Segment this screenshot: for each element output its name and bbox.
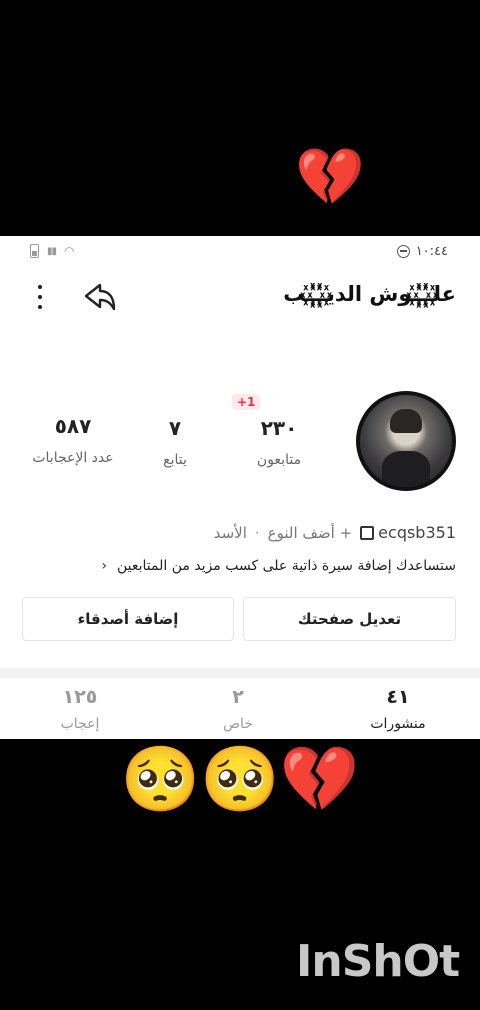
tab-private[interactable]: ٢ خاص bbox=[188, 686, 288, 732]
signal-icon: ▮▮ bbox=[47, 245, 57, 257]
section-divider bbox=[0, 668, 480, 678]
new-followers-badge: +1 bbox=[232, 394, 261, 410]
inshot-watermark: InShOt bbox=[296, 936, 460, 987]
status-icons-left: ▮▮ ◠ bbox=[30, 244, 75, 258]
profile-top-bar: علـ꙰ـ꙰ـوش الديـ꙰ـ꙰ـب bbox=[0, 276, 480, 320]
edit-icon bbox=[360, 525, 375, 540]
handle-text: ecqsb351 bbox=[378, 523, 456, 542]
add-friends-button[interactable]: إضافة أصدقاء bbox=[22, 597, 234, 641]
followers-stat[interactable]: ٢٣٠ متابعون bbox=[224, 416, 334, 468]
location-label: الأسد bbox=[213, 523, 247, 542]
profile-meta-row: الأسد · + أضف النوع ecqsb351 bbox=[214, 523, 456, 542]
tab-likes[interactable]: ١٢٥ إعجاب bbox=[30, 686, 130, 732]
add-bio-prompt[interactable]: ستساعدك إضافة سيرة ذاتية على كسب مزيد من… bbox=[101, 558, 456, 574]
dot-icon bbox=[38, 305, 42, 309]
profile-screen: ▮▮ ◠ ١٠:٤٤ علـ꙰ـ꙰ـوش الديـ꙰ـ꙰ـب ٥٨٧ عدد … bbox=[0, 236, 480, 739]
status-icons-right: ١٠:٤٤ bbox=[396, 243, 448, 259]
tab-posts-label: منشورات bbox=[370, 716, 426, 732]
likes-count: ٥٨٧ bbox=[54, 414, 92, 438]
bio-hint-text: ستساعدك إضافة سيرة ذاتية على كسب مزيد من… bbox=[116, 558, 456, 574]
emoji-overlay-top: 😴😴💔 bbox=[115, 145, 365, 210]
tab-posts-count: ٤١ bbox=[386, 686, 410, 708]
followers-label: متابعون bbox=[256, 452, 302, 468]
status-bar: ▮▮ ◠ ١٠:٤٤ bbox=[0, 236, 480, 266]
status-time: ١٠:٤٤ bbox=[415, 243, 448, 259]
do-not-disturb-icon bbox=[396, 244, 410, 258]
profile-username: علـ꙰ـ꙰ـوش الديـ꙰ـ꙰ـب bbox=[283, 282, 456, 306]
dot-icon bbox=[38, 285, 42, 289]
tab-likes-count: ١٢٥ bbox=[62, 686, 98, 708]
emoji-overlay-bottom: 🥺🥺💔 bbox=[120, 743, 360, 817]
meta-separator: · bbox=[254, 523, 260, 542]
more-menu-button[interactable] bbox=[30, 280, 50, 314]
add-gender-link[interactable]: + أضف النوع bbox=[268, 524, 353, 542]
chevron-left-icon: ‹ bbox=[101, 558, 107, 574]
profile-tabs: ١٢٥ إعجاب ٢ خاص ٤١ منشورات bbox=[0, 686, 480, 739]
following-label: يتابع bbox=[163, 452, 187, 468]
avatar[interactable] bbox=[356, 391, 456, 491]
wifi-icon: ◠ bbox=[64, 244, 75, 258]
following-stat[interactable]: ٧ يتابع bbox=[120, 416, 230, 468]
edit-profile-button[interactable]: تعديل صفحتك bbox=[243, 597, 456, 641]
likes-label: عدد الإعجابات bbox=[32, 450, 114, 466]
share-icon[interactable] bbox=[82, 280, 118, 316]
likes-stat: ٥٨٧ عدد الإعجابات bbox=[18, 414, 128, 466]
tab-private-count: ٢ bbox=[232, 686, 244, 708]
battery-icon bbox=[30, 244, 39, 258]
dot-icon bbox=[38, 295, 42, 299]
tab-posts[interactable]: ٤١ منشورات bbox=[348, 686, 448, 732]
followers-count: ٢٣٠ bbox=[260, 416, 298, 440]
avatar-image bbox=[360, 395, 452, 487]
following-count: ٧ bbox=[168, 416, 182, 440]
profile-handle[interactable]: ecqsb351 bbox=[360, 523, 456, 542]
tab-likes-label: إعجاب bbox=[60, 716, 100, 732]
tab-private-label: خاص bbox=[223, 716, 253, 732]
